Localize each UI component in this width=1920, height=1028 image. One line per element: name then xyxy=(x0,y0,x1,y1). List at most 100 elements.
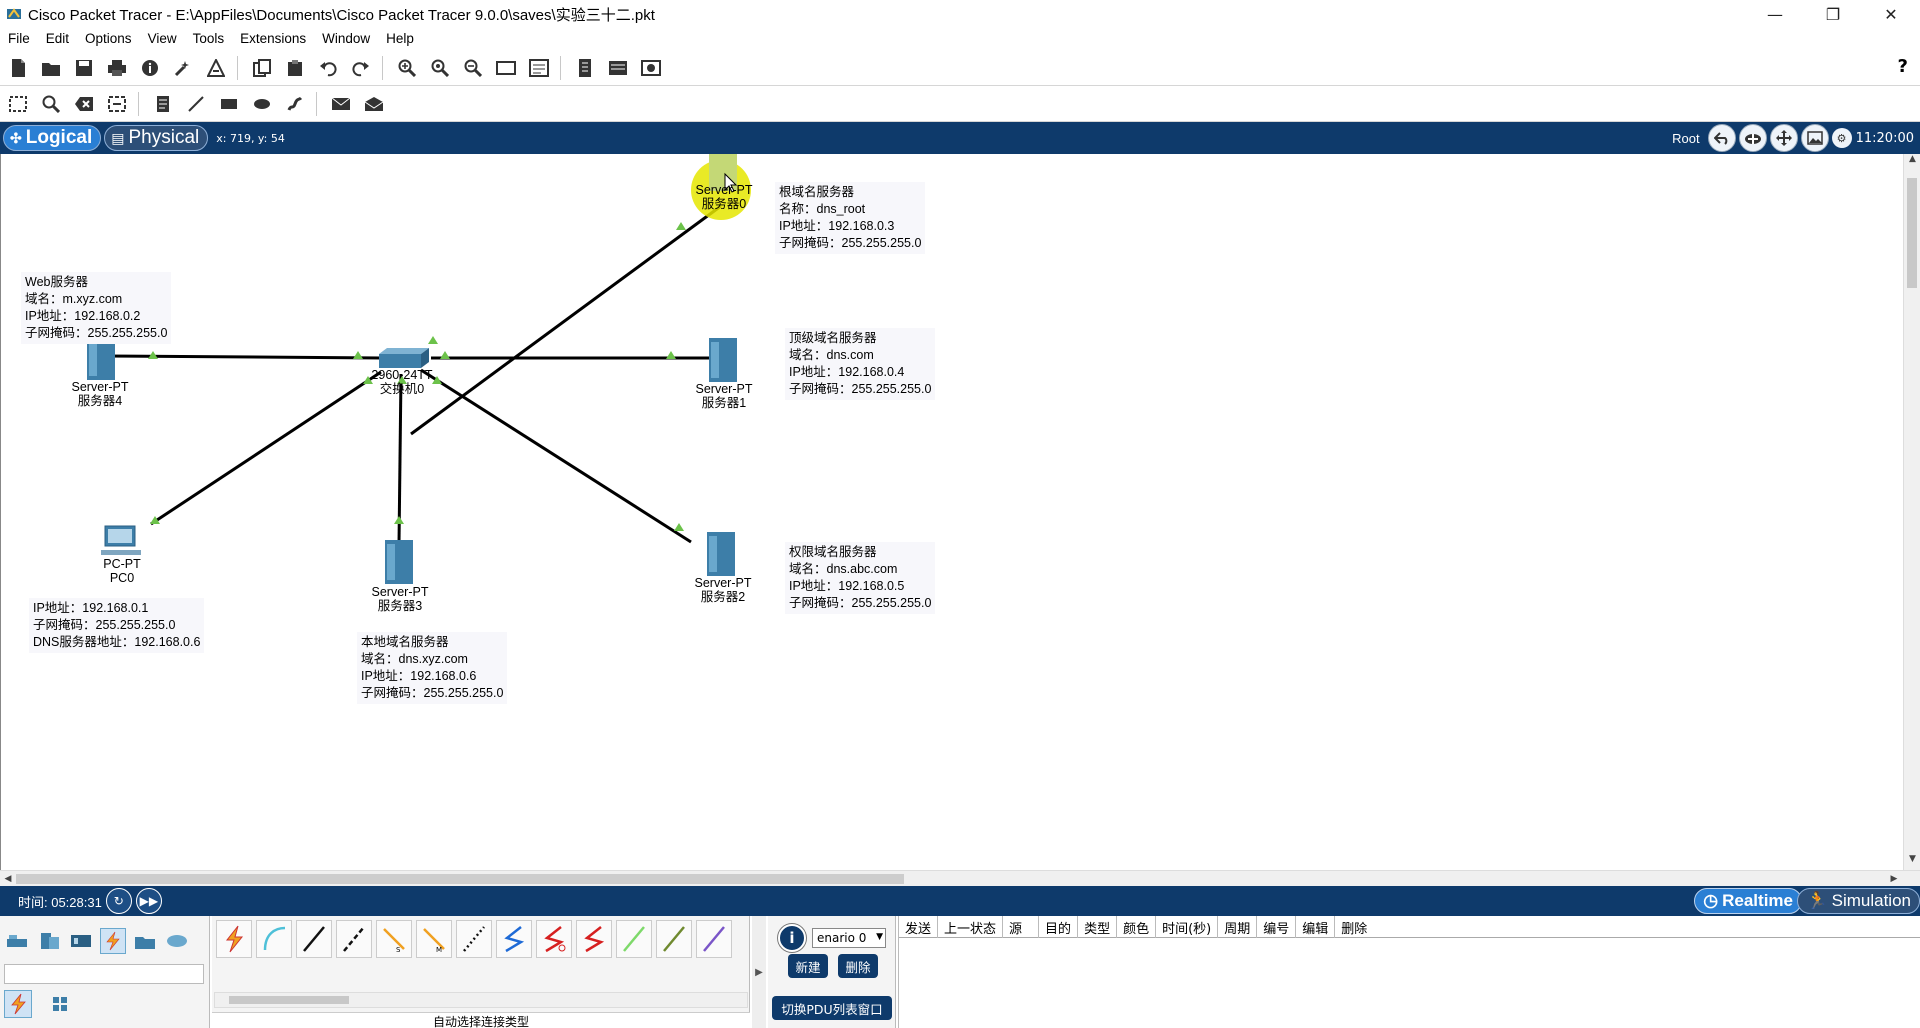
serial-dce-cable-icon[interactable] xyxy=(496,920,532,958)
components-icon[interactable] xyxy=(68,928,94,954)
pdu-col-destination[interactable]: 目的 xyxy=(1039,916,1079,938)
octal-cable-icon[interactable] xyxy=(576,920,612,958)
scroll-right-icon[interactable]: ▶ xyxy=(1886,871,1902,887)
pdu-col-source[interactable]: 源 xyxy=(1003,916,1040,938)
note-local-dns[interactable]: 本地域名服务器 域名：dns.xyz.com IP地址：192.168.0.6 子网掩… xyxy=(357,632,508,704)
miscellaneous-icon[interactable] xyxy=(132,928,158,954)
minimize-button[interactable]: — xyxy=(1746,0,1804,28)
pdu-col-type[interactable]: 类型 xyxy=(1078,916,1118,938)
horizontal-scroll-thumb[interactable] xyxy=(16,874,904,884)
freeform-icon[interactable] xyxy=(280,89,310,119)
screenshot-icon[interactable] xyxy=(636,53,666,83)
scroll-down-icon[interactable]: ▼ xyxy=(1904,854,1920,870)
drawing-palette-icon[interactable] xyxy=(491,53,521,83)
connections-icon[interactable] xyxy=(100,928,126,954)
menu-tools[interactable]: Tools xyxy=(185,31,233,46)
rectangle-icon[interactable] xyxy=(214,89,244,119)
serial-dte-cable-icon[interactable] xyxy=(536,920,572,958)
multiuser-icon[interactable] xyxy=(164,928,190,954)
info-icon[interactable] xyxy=(135,53,165,83)
scroll-left-icon[interactable]: ◀ xyxy=(0,871,16,887)
auto-cable-icon[interactable] xyxy=(216,920,252,958)
undo-icon[interactable] xyxy=(313,53,343,83)
save-icon[interactable] xyxy=(69,53,99,83)
cable-scroll-thumb[interactable] xyxy=(229,996,349,1004)
straight-through-cable-icon[interactable] xyxy=(296,920,332,958)
new-scenario-button[interactable]: 新建 xyxy=(788,954,828,978)
console-cable-icon[interactable] xyxy=(256,920,292,958)
simulation-tab[interactable]: 🏃 Simulation xyxy=(1797,888,1920,914)
scenario-info-icon[interactable]: i xyxy=(778,924,806,952)
note-top-dns[interactable]: 顶级域名服务器 域名：dns.com IP地址：192.168.0.4 子网掩码：25… xyxy=(785,328,936,400)
ellipse-icon[interactable] xyxy=(247,89,277,119)
coaxial-cable-icon[interactable] xyxy=(456,920,492,958)
zoom-out-icon[interactable] xyxy=(458,53,488,83)
delete-icon[interactable] xyxy=(69,89,99,119)
device-search-field[interactable] xyxy=(4,964,204,984)
cluster-icon[interactable] xyxy=(570,53,600,83)
pdu-col-delete[interactable]: 删除 xyxy=(1335,916,1373,938)
help-button[interactable]: ? xyxy=(1898,56,1908,77)
new-icon[interactable] xyxy=(3,53,33,83)
scenario-select[interactable]: enario 0 ▼ xyxy=(812,928,886,948)
menu-view[interactable]: View xyxy=(140,31,185,46)
note-auth-dns[interactable]: 权限域名服务器 域名：dns.abc.com IP地址：192.168.0.5 子网掩… xyxy=(785,542,936,614)
print-icon[interactable] xyxy=(102,53,132,83)
note-pc0[interactable]: IP地址：192.168.0.1 子网掩码：255.255.255.0 DNS服务器… xyxy=(29,598,205,653)
vertical-scroll-thumb[interactable] xyxy=(1907,178,1917,288)
note-root-dns[interactable]: 根域名服务器 名称：dns_root IP地址：192.168.0.3 子网掩码：25… xyxy=(775,182,926,254)
paste-icon[interactable] xyxy=(280,53,310,83)
line-icon[interactable] xyxy=(181,89,211,119)
add-simple-pdu-icon[interactable] xyxy=(326,89,356,119)
pdu-col-fire[interactable]: 发送 xyxy=(899,916,939,938)
back-icon[interactable] xyxy=(1707,124,1736,152)
phone-cable-icon[interactable]: M xyxy=(416,920,452,958)
zoom-reset-icon[interactable] xyxy=(425,53,455,83)
toggle-pdu-list-button[interactable]: 切换PDU列表窗口 xyxy=(772,996,892,1020)
menu-options[interactable]: Options xyxy=(77,31,140,46)
physical-tab[interactable]: ▤ Physical xyxy=(104,125,209,151)
power-cycle-icon[interactable]: ↻ xyxy=(105,888,132,914)
cable-scrollbar[interactable] xyxy=(214,992,748,1008)
collapse-panel-icon[interactable]: ▶ xyxy=(752,916,766,1028)
pdu-col-num[interactable]: 编号 xyxy=(1257,916,1297,938)
move-object-icon[interactable] xyxy=(1769,124,1798,152)
maximize-button[interactable]: ❐ xyxy=(1804,0,1862,28)
pdu-col-color[interactable]: 颜色 xyxy=(1117,916,1157,938)
set-background-icon[interactable] xyxy=(1800,124,1829,152)
logical-workspace[interactable]: Server-PT 服务器0 Server-PT 服务器4 Server-PT 服务器… xyxy=(0,154,1920,870)
viewport-icon[interactable] xyxy=(603,53,633,83)
crossover-cable-icon[interactable] xyxy=(336,920,372,958)
pdu-col-periodic[interactable]: 周期 xyxy=(1218,916,1258,938)
add-complex-pdu-icon[interactable] xyxy=(359,89,389,119)
redo-icon[interactable] xyxy=(346,53,376,83)
pdu-col-last-status[interactable]: 上一状态 xyxy=(938,916,1004,938)
connections-subtype-icon[interactable] xyxy=(4,990,32,1018)
logical-tab[interactable]: ✣ Logical xyxy=(3,125,102,151)
new-cluster-icon[interactable] xyxy=(1738,124,1767,152)
pdu-col-time[interactable]: 时间(秒) xyxy=(1156,916,1219,938)
horizontal-scrollbar[interactable]: ◀ ▶ xyxy=(0,870,1920,886)
end-devices-icon[interactable] xyxy=(36,928,62,954)
menu-edit[interactable]: Edit xyxy=(38,31,77,46)
menu-help[interactable]: Help xyxy=(378,31,422,46)
pdu-col-edit[interactable]: 编辑 xyxy=(1296,916,1336,938)
resize-icon[interactable] xyxy=(102,89,132,119)
inspect-icon[interactable] xyxy=(36,89,66,119)
copy-icon[interactable] xyxy=(247,53,277,83)
menu-file[interactable]: File xyxy=(0,31,38,46)
custom-device-icon[interactable] xyxy=(524,53,554,83)
fast-forward-icon[interactable]: ▶▶ xyxy=(135,888,162,914)
usb-cable-icon[interactable] xyxy=(656,920,692,958)
realtime-tab[interactable]: ◷ Realtime xyxy=(1694,888,1802,914)
grid-subtype-icon[interactable] xyxy=(46,990,74,1018)
note-icon[interactable] xyxy=(148,89,178,119)
delete-scenario-button[interactable]: 删除 xyxy=(838,954,878,978)
close-button[interactable]: ✕ xyxy=(1862,0,1920,28)
select-icon[interactable] xyxy=(3,89,33,119)
wizard-icon[interactable] xyxy=(168,53,198,83)
vertical-scrollbar[interactable]: ▲ ▼ xyxy=(1903,154,1920,870)
open-icon[interactable] xyxy=(36,53,66,83)
network-devices-icon[interactable] xyxy=(4,928,30,954)
zoom-in-icon[interactable] xyxy=(392,53,422,83)
